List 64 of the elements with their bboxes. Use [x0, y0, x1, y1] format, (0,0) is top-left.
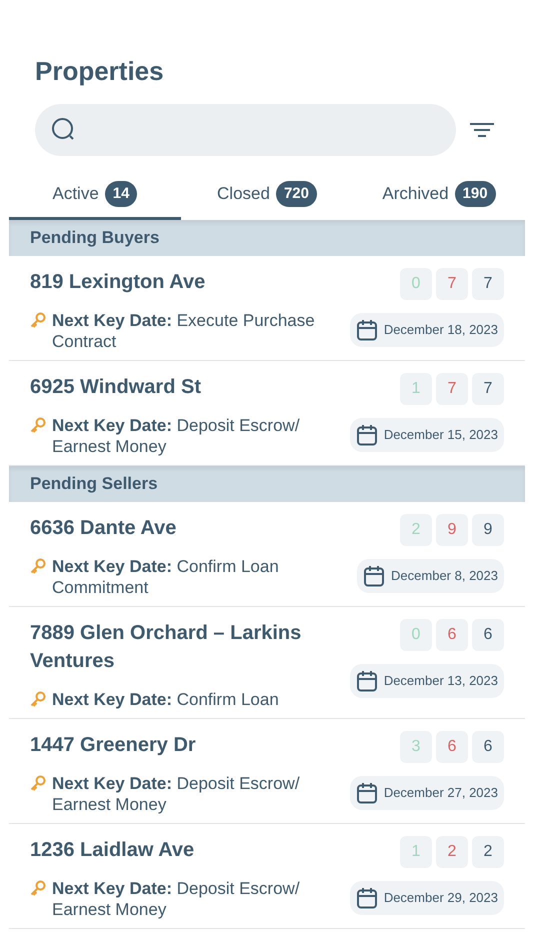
- property-address: 1447 Greenery Dr: [30, 733, 197, 758]
- key-icon: [30, 312, 46, 328]
- due-date: December 15, 2023: [384, 426, 498, 444]
- count-badge: 720: [276, 180, 317, 206]
- calendar-icon: [356, 670, 378, 692]
- property-row[interactable]: 1236 Laidlaw Ave Next Key Date: Deposit Escrow/ Earnest Money 1 2 2 December 29, 2023: [9, 824, 525, 929]
- tab[interactable]: Closed 720: [181, 170, 353, 220]
- next-key-date: Next Key Date: Confirm Loan Commitment: [52, 556, 280, 598]
- next-key-date: Next Key Date: Deposit Escrow/ Earnest Money: [52, 878, 301, 920]
- property-address: 7889 Glen Orchard – Larkins Ventures: [30, 621, 302, 674]
- property-address: 6636 Dante Ave: [30, 516, 178, 541]
- key-icon: [30, 417, 46, 433]
- count-chip: 7: [436, 268, 468, 300]
- count-chip: 1: [400, 373, 432, 405]
- count-chip: 0: [400, 268, 432, 300]
- section-title: Pending Buyers: [30, 227, 160, 250]
- count-chip: 7: [436, 373, 468, 405]
- calendar-icon: [356, 887, 378, 909]
- next-key-date: Next Key Date: Confirm Loan: [52, 689, 279, 710]
- next-key-date: Next Key Date: Execute Purchase Contract: [52, 310, 316, 352]
- property-row[interactable]: 1447 Greenery Dr Next Key Date: Deposit Escrow/ Earnest Money 3 6 6 December 27, 2023: [9, 719, 525, 824]
- property-address: 1236 Laidlaw Ave: [30, 838, 196, 863]
- due-date: December 13, 2023: [384, 672, 498, 690]
- count-badge: 190: [454, 180, 496, 206]
- key-icon: [30, 691, 46, 707]
- page-title: Properties: [34, 55, 165, 88]
- search-field[interactable]: [35, 104, 456, 156]
- calendar-icon: [363, 565, 386, 587]
- due-date: December 27, 2023: [384, 784, 498, 802]
- due-date: December 8, 2023: [391, 567, 498, 586]
- count-chip: 2: [400, 514, 432, 546]
- due-date: December 29, 2023: [384, 889, 498, 908]
- calendar-icon: [356, 424, 378, 446]
- count-chip: 2: [472, 836, 504, 868]
- property-row[interactable]: 6925 Windward St Next Key Date: Deposit Escrow/ Earnest Money 1 7 7 December 15, 2023: [9, 361, 525, 466]
- count-chip: 6: [436, 731, 468, 763]
- property-address: 819 Lexington Ave: [30, 270, 206, 295]
- count-chip: 0: [400, 619, 432, 651]
- property-row[interactable]: 7889 Glen Orchard – Larkins Ventures Next Key Date: Confirm Loan 0 6 6 December 13, 2023: [9, 607, 525, 719]
- count-chip: 6: [472, 619, 504, 651]
- count-chip: 1: [400, 836, 432, 868]
- property-address: 6925 Windward St: [30, 375, 202, 400]
- count-chip: 6: [436, 619, 468, 651]
- tab[interactable]: Archived 190: [353, 170, 525, 220]
- count-chip: 7: [472, 373, 504, 405]
- due-date: December 18, 2023: [384, 321, 498, 340]
- count-badge: 14: [104, 180, 138, 206]
- count-chip: 6: [472, 731, 504, 763]
- filter-icon[interactable]: [470, 123, 494, 137]
- key-icon: [30, 775, 46, 791]
- next-key-date: Next Key Date: Deposit Escrow/ Earnest Money: [52, 415, 301, 457]
- calendar-icon: [356, 319, 378, 341]
- next-key-date: Next Key Date: Deposit Escrow/ Earnest Money: [52, 773, 301, 815]
- calendar-icon: [356, 782, 378, 804]
- property-row[interactable]: 819 Lexington Ave Next Key Date: Execute Purchase Contract 0 7 7 December 18, 2023: [9, 256, 525, 361]
- count-chip: 7: [472, 268, 504, 300]
- count-chip: 9: [472, 514, 504, 546]
- property-row[interactable]: 6636 Dante Ave Next Key Date: Confirm Loan Commitment 2 9 9 December 8, 2023: [9, 502, 525, 607]
- key-icon: [30, 558, 46, 574]
- key-icon: [30, 880, 46, 896]
- count-chip: 3: [400, 731, 432, 763]
- count-chip: 2: [436, 836, 468, 868]
- section-title: Pending Sellers: [30, 473, 158, 496]
- count-chip: 9: [436, 514, 468, 546]
